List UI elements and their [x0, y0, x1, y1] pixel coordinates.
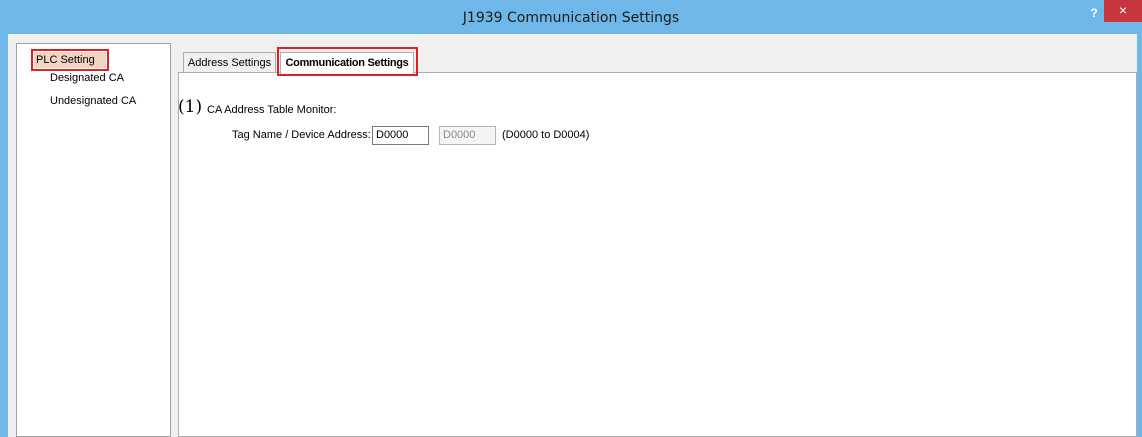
section-number: (1) [178, 97, 203, 117]
highlight-box-communication-settings [277, 47, 418, 76]
window-title: J1939 Communication Settings [462, 10, 680, 26]
address-range-text: (D0000 to D0004) [502, 129, 590, 141]
tag-name-label: Tag Name / Device Address: [232, 129, 371, 141]
title-bar[interactable]: J1939 Communication Settings ? × [0, 0, 1142, 34]
tree-item-designated-ca[interactable]: Designated CA [50, 70, 124, 86]
close-button[interactable]: × [1104, 0, 1142, 22]
device-address-end-field: D0000 [439, 126, 496, 145]
highlight-box-plc-setting [31, 49, 109, 71]
device-address-input[interactable]: D0000 [372, 126, 429, 145]
help-button[interactable]: ? [1085, 4, 1103, 22]
section-title: CA Address Table Monitor: [207, 104, 337, 116]
tab-address-settings[interactable]: Address Settings [183, 52, 276, 73]
tree-item-undesignated-ca[interactable]: Undesignated CA [50, 93, 136, 109]
tab-content-panel [178, 72, 1137, 437]
